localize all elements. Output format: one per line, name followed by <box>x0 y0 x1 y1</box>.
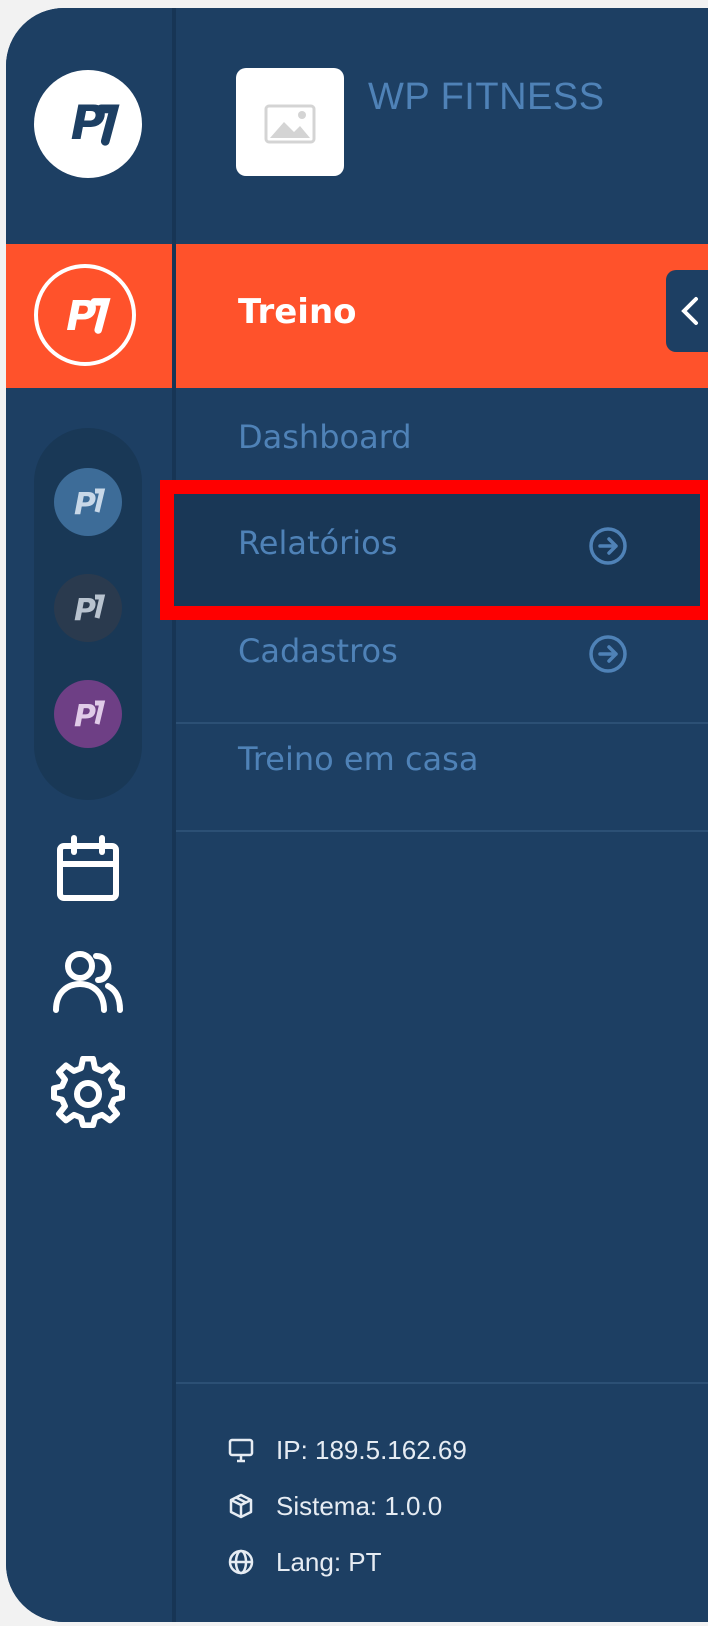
svg-text:P: P <box>74 699 96 734</box>
menu-item-label: Dashboard <box>238 418 412 456</box>
chevron-left-icon <box>681 297 698 325</box>
unit-blue-icon[interactable]: P <box>54 468 122 536</box>
menu-divider <box>176 830 708 832</box>
menu-item-cadastros[interactable]: Cadastros <box>176 602 708 710</box>
company-logo-placeholder <box>236 68 344 176</box>
menu-item-label: Cadastros <box>238 632 398 670</box>
app-title: WP FITNESS <box>368 76 605 118</box>
menu-item-relatorios[interactable]: Relatórios <box>176 494 708 602</box>
sidebar-panel: P P P P P WP FITNESS Treino Dashboard Re… <box>6 8 708 1622</box>
svg-text:P: P <box>71 96 106 151</box>
unit-dark-icon[interactable]: P <box>54 574 122 642</box>
menu-item-treino-em-casa[interactable]: Treino em casa <box>176 710 708 818</box>
menu-item-label: Treino em casa <box>238 740 479 778</box>
system-version-text: Sistema: 1.0.0 <box>276 1490 443 1521</box>
users-icon[interactable] <box>50 944 126 1020</box>
unit-switcher: P P P <box>34 428 142 800</box>
ip-text: IP: 189.5.162.69 <box>276 1434 467 1465</box>
menu-item-treino-active[interactable]: Treino <box>176 244 708 388</box>
svg-text:P: P <box>74 593 96 628</box>
monitor-icon <box>228 1437 254 1463</box>
active-module-label: Treino <box>238 292 357 332</box>
pacto-treino-logo-icon: P <box>34 264 136 366</box>
globe-icon <box>228 1549 254 1575</box>
gear-icon[interactable] <box>50 1056 126 1132</box>
image-placeholder-icon <box>264 104 316 144</box>
arrow-right-circle-icon <box>588 526 628 566</box>
app-header: WP FITNESS <box>176 8 708 244</box>
icon-rail: P P P P P <box>6 8 172 1622</box>
package-icon <box>228 1493 254 1519</box>
footer-system: Sistema: 1.0.0 <box>228 1488 442 1524</box>
footer-lang: Lang: PT <box>228 1544 382 1580</box>
footer-ip: IP: 189.5.162.69 <box>228 1432 467 1468</box>
pacto-logo-icon[interactable]: P <box>34 70 142 178</box>
unit-purple-icon[interactable]: P <box>54 680 122 748</box>
active-module-tile[interactable]: P <box>6 244 172 388</box>
collapse-sidebar-button[interactable] <box>666 270 708 352</box>
footer-divider <box>176 1382 708 1384</box>
menu-item-label: Relatórios <box>238 524 398 562</box>
arrow-right-circle-icon <box>588 634 628 674</box>
language-text: Lang: PT <box>276 1546 382 1577</box>
svg-text:P: P <box>74 487 96 522</box>
calendar-icon[interactable] <box>50 832 126 908</box>
